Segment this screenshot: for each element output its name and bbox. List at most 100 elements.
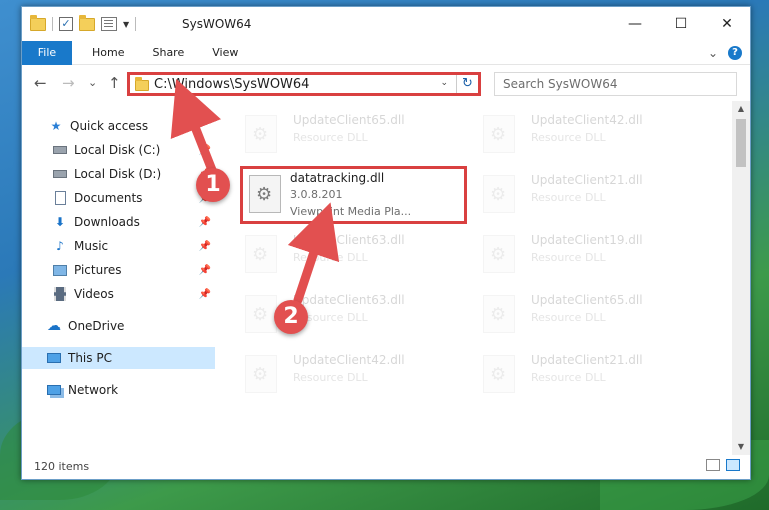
address-bar[interactable]: C:\Windows\SysWOW64 ⌄ ↻: [127, 72, 481, 96]
file-name: UpdateClient63.dll: [293, 293, 405, 307]
dll-file-icon: [249, 175, 281, 213]
item-count: 120 items: [34, 459, 90, 473]
dll-file-icon: [483, 235, 515, 273]
window-title: SysWOW64: [182, 17, 252, 31]
file-tile[interactable]: UpdateClient21.dll Resource DLL: [473, 167, 701, 223]
pin-icon[interactable]: 📌: [199, 241, 211, 252]
star-icon: ★: [50, 119, 62, 133]
address-path[interactable]: C:\Windows\SysWOW64: [154, 77, 309, 92]
sidebar-item-quick-access[interactable]: ★ Quick access: [22, 115, 215, 137]
sidebar-item-label: Videos: [74, 287, 114, 301]
maximize-button[interactable]: ☐: [658, 7, 704, 41]
recent-locations-button[interactable]: ⌄: [88, 76, 97, 89]
file-tile[interactable]: UpdateClient65.dll Resource DLL: [235, 107, 463, 163]
dll-file-icon: [245, 295, 277, 333]
file-tile[interactable]: UpdateClient21.dll Resource DLL: [473, 347, 701, 403]
navigation-bar: ← → ⌄ ↑ C:\Windows\SysWOW64 ⌄ ↻ Search S…: [22, 65, 750, 101]
file-tile[interactable]: UpdateClient42.dll Resource DLL: [235, 347, 463, 403]
back-button[interactable]: ←: [34, 74, 47, 92]
sidebar-item-music[interactable]: ♪ Music 📌: [22, 235, 215, 257]
vertical-scrollbar[interactable]: ▲ ▼: [732, 101, 750, 455]
ribbon-tabs: File Home Share View ⌄ ?: [22, 40, 750, 65]
file-type: Resource DLL: [531, 191, 606, 204]
refresh-button[interactable]: ↻: [456, 75, 478, 93]
expand-ribbon-icon[interactable]: ⌄: [708, 46, 718, 60]
selected-file-company: Viewpoint Media Pla...: [290, 205, 412, 218]
sidebar-item-label: Quick access: [70, 119, 149, 133]
view-toggle: [706, 459, 740, 471]
dll-file-icon: [483, 115, 515, 153]
window-controls: — ☐ ✕: [612, 7, 750, 41]
tab-home[interactable]: Home: [78, 41, 138, 65]
tab-share[interactable]: Share: [138, 41, 198, 65]
minimize-button[interactable]: —: [612, 7, 658, 41]
sidebar-item-this-pc[interactable]: This PC: [22, 347, 215, 369]
sidebar-item-label: Downloads: [74, 215, 140, 229]
dll-file-icon: [483, 355, 515, 393]
dll-file-icon: [245, 235, 277, 273]
details-view-icon[interactable]: [706, 459, 720, 471]
step-1-badge: 1: [196, 168, 230, 202]
sidebar-item-pictures[interactable]: Pictures 📌: [22, 259, 215, 281]
ribbon-right: ⌄ ?: [708, 46, 742, 60]
file-tile[interactable]: UpdateClient42.dll Resource DLL: [473, 107, 701, 163]
sidebar-item-local-disk-d[interactable]: Local Disk (D:) 📌: [22, 163, 215, 185]
drive-icon: [52, 143, 68, 157]
close-button[interactable]: ✕: [704, 7, 750, 41]
pin-icon[interactable]: 📌: [199, 265, 211, 276]
up-button[interactable]: ↑: [108, 74, 121, 92]
file-type: Resource DLL: [531, 311, 606, 324]
download-arrow-icon: ⬇: [54, 215, 66, 229]
pin-icon[interactable]: 📌: [199, 217, 211, 228]
properties-icon[interactable]: [101, 17, 117, 31]
file-name: UpdateClient21.dll: [531, 353, 643, 367]
sidebar-item-label: Network: [68, 383, 119, 397]
sidebar-item-videos[interactable]: Videos 📌: [22, 283, 215, 305]
explorer-window: ✓ ▼ SysWOW64 — ☐ ✕ File Home Share View …: [21, 6, 751, 480]
sidebar-item-onedrive[interactable]: ☁ OneDrive: [22, 315, 215, 337]
file-name: UpdateClient19.dll: [531, 233, 643, 247]
sidebar-item-label: OneDrive: [68, 319, 125, 333]
selected-file-version: 3.0.8.201: [290, 188, 343, 201]
forward-button[interactable]: →: [62, 74, 75, 92]
sidebar-item-downloads[interactable]: ⬇ Downloads 📌: [22, 211, 215, 233]
tab-view[interactable]: View: [198, 41, 252, 65]
file-tile[interactable]: UpdateClient63.dll Resource DLL: [235, 287, 463, 343]
folder-icon[interactable]: [30, 14, 46, 31]
file-type: Resource DLL: [293, 131, 368, 144]
checkmark-icon[interactable]: ✓: [59, 17, 73, 31]
file-type: Resource DLL: [293, 371, 368, 384]
file-tile[interactable]: UpdateClient63.dll Resource DLL: [235, 227, 463, 283]
address-dropdown-icon[interactable]: ⌄: [440, 78, 448, 88]
sidebar-item-network[interactable]: Network: [22, 379, 215, 401]
large-icons-view-icon[interactable]: [726, 459, 740, 471]
drive-icon: [52, 167, 68, 181]
tab-file[interactable]: File: [22, 40, 72, 65]
dll-file-icon: [245, 115, 277, 153]
file-type: Resource DLL: [531, 251, 606, 264]
scroll-thumb[interactable]: [736, 119, 746, 167]
film-icon: [52, 287, 68, 301]
divider: [135, 17, 137, 31]
help-icon[interactable]: ?: [728, 46, 742, 60]
sidebar-item-local-disk-c[interactable]: Local Disk (C:) 📌: [22, 139, 215, 161]
search-input[interactable]: Search SysWOW64: [494, 72, 737, 96]
sidebar-item-documents[interactable]: Documents 📌: [22, 187, 215, 209]
new-folder-icon[interactable]: [79, 14, 95, 31]
file-tile[interactable]: UpdateClient19.dll Resource DLL: [473, 227, 701, 283]
status-bar: 120 items: [22, 453, 750, 479]
file-name: UpdateClient65.dll: [531, 293, 643, 307]
pictures-icon: [52, 263, 68, 277]
customize-toolbar-icon[interactable]: ▼: [123, 20, 129, 29]
selected-file-tile[interactable]: datatracking.dll 3.0.8.201 Viewpoint Med…: [240, 166, 467, 224]
pin-icon[interactable]: 📌: [199, 289, 211, 300]
documents-icon: [52, 191, 68, 205]
network-icon: [46, 383, 62, 397]
pin-icon[interactable]: 📌: [199, 145, 211, 156]
step-2-badge: 2: [274, 300, 308, 334]
navigation-pane: ★ Quick access Local Disk (C:) 📌 Local D…: [22, 101, 215, 455]
quick-access-toolbar: ✓ ▼: [30, 14, 137, 31]
file-name: UpdateClient65.dll: [293, 113, 405, 127]
scroll-up-button[interactable]: ▲: [732, 101, 750, 117]
file-tile[interactable]: UpdateClient65.dll Resource DLL: [473, 287, 701, 343]
